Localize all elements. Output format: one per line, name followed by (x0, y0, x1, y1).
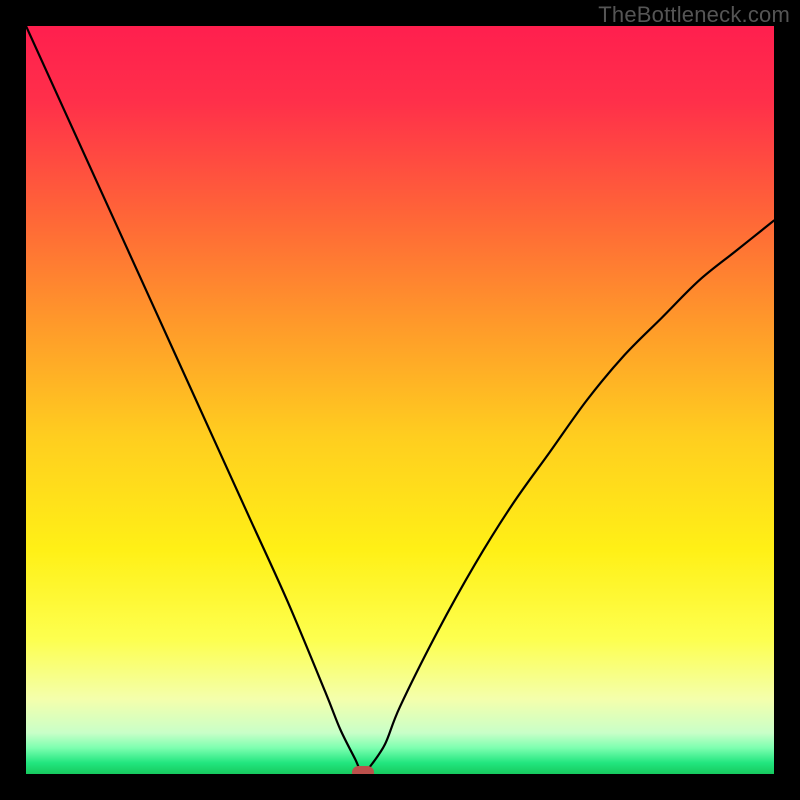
watermark-text: TheBottleneck.com (598, 2, 790, 28)
gradient-background (26, 26, 774, 774)
chart-svg (26, 26, 774, 774)
optimum-marker (352, 766, 374, 774)
plot-area (26, 26, 774, 774)
chart-frame: TheBottleneck.com (0, 0, 800, 800)
